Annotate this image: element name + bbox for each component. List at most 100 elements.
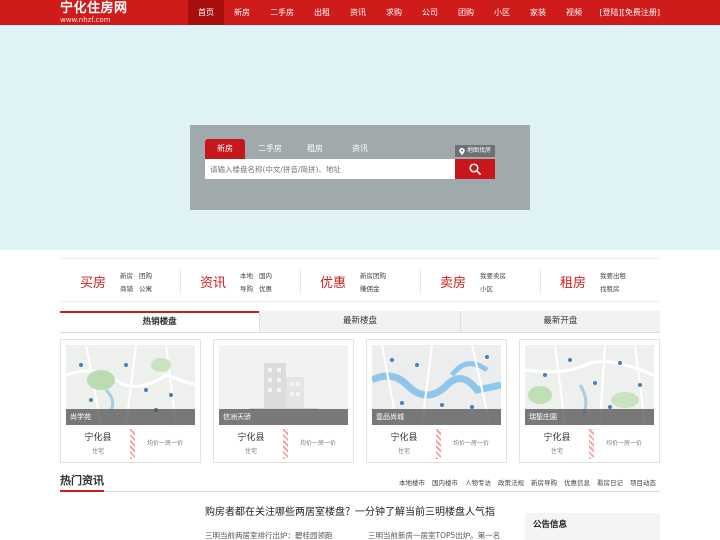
category-link[interactable]: 公寓	[139, 283, 152, 293]
nav-new-house[interactable]: 新房	[224, 0, 260, 25]
tab-new-opening[interactable]: 最新开盘	[459, 311, 660, 332]
hot-news-title: 热门资讯	[60, 472, 104, 492]
nav-group-buy[interactable]: 团购	[448, 0, 484, 25]
search-button[interactable]	[455, 159, 495, 179]
property-card[interactable]: 信洲天骄 宁化县 住宅 均价一房一价	[213, 339, 354, 463]
news-link[interactable]: 本地楼市	[399, 477, 425, 487]
search-tabs: 新房 二手房 租房 资讯	[205, 139, 385, 159]
news-link[interactable]: 人物专访	[465, 477, 491, 487]
nav-community[interactable]: 小区	[484, 0, 520, 25]
property-map-thumbnail[interactable]: 壹品尚城	[372, 345, 501, 425]
hero-banner: 新房 二手房 租房 资讯 地图找房	[0, 25, 720, 250]
nav-decoration[interactable]: 家装	[520, 0, 556, 25]
nav-company[interactable]: 公司	[412, 0, 448, 25]
property-price: 均价一房一价	[452, 440, 489, 447]
category-link[interactable]: 商铺	[120, 283, 133, 293]
property-card[interactable]: 尚学苑 宁化县 住宅 均价一房一价	[60, 339, 201, 463]
property-type: 住宅	[550, 448, 563, 455]
logo-title: 宁化住房网	[60, 1, 128, 16]
nav-video[interactable]: 视频	[556, 0, 592, 25]
category-title[interactable]: 租房	[560, 272, 600, 291]
property-price: 均价一房一价	[299, 440, 336, 447]
category-link[interactable]: 小区	[480, 283, 506, 293]
property-card[interactable]: 瑞聖庄園 宁化县 住宅 均价一房一价	[519, 339, 660, 463]
notice-panel: 公告信息	[525, 513, 660, 540]
search-tab-second-hand[interactable]: 二手房	[250, 139, 290, 159]
search-panel: 新房 二手房 租房 资讯 地图找房	[190, 125, 530, 210]
property-price: 均价一房一价	[605, 440, 642, 447]
property-photo-placeholder[interactable]: 信洲天骄	[219, 345, 348, 425]
category-bar: 买房 新房 团购 商铺 公寓 资讯 本地 国内 导购 优惠 优惠 新房团购 賺佣…	[60, 258, 660, 302]
category-link[interactable]: 本地	[240, 270, 253, 280]
search-input[interactable]	[205, 159, 455, 179]
property-county: 宁化县	[84, 433, 112, 443]
news-link[interactable]: 国内楼市	[432, 477, 458, 487]
category-title[interactable]: 优惠	[320, 272, 360, 291]
category-link[interactable]: 优惠	[259, 283, 272, 293]
news-link[interactable]: 新房导购	[531, 477, 557, 487]
property-type: 住宅	[91, 448, 104, 455]
tab-hot-sale[interactable]: 热销楼盘	[60, 311, 260, 332]
property-cards: 尚学苑 宁化县 住宅 均价一房一价 信洲天骄 宁化县 住宅 均价一房一价 壹品尚…	[60, 339, 660, 463]
news-link[interactable]: 项目动态	[630, 477, 656, 487]
category-news: 资讯 本地 国内 导购 优惠	[180, 259, 300, 303]
news-headline[interactable]: 购房者都在关注哪些两居室楼盘？一分钟了解当前三明楼盘人气指	[205, 503, 495, 518]
property-name: 尚学苑	[66, 409, 195, 425]
search-tab-news[interactable]: 资讯	[340, 139, 380, 159]
nav-rent[interactable]: 出租	[304, 0, 340, 25]
category-link[interactable]: 賺佣金	[360, 283, 386, 293]
property-name: 信洲天骄	[219, 409, 348, 425]
logo-url: www.nhzf.com	[60, 16, 111, 24]
category-link[interactable]: 新房团购	[360, 270, 386, 280]
login-link[interactable]: [登陆]	[600, 8, 622, 17]
category-link[interactable]: 我要卖房	[480, 270, 506, 280]
property-county: 宁化县	[237, 433, 265, 443]
nav-second-hand[interactable]: 二手房	[260, 0, 304, 25]
category-link[interactable]: 找租房	[600, 283, 626, 293]
notice-title: 公告信息	[533, 520, 568, 530]
news-subline-left[interactable]: 三明当前两居室排行出炉：碧桂园领跑	[205, 530, 333, 540]
auth-links: [登陆][免费注册]	[600, 0, 661, 25]
map-search-label: 地图找房	[466, 147, 491, 154]
main-nav: 首页 新房 二手房 出租 资讯 求购 公司 团购 小区 家装 视频	[188, 0, 592, 25]
tab-latest[interactable]: 最新楼盘	[259, 311, 459, 332]
news-link[interactable]: 优惠信息	[564, 477, 590, 487]
category-title[interactable]: 卖房	[440, 272, 480, 291]
nav-wanted[interactable]: 求购	[376, 0, 412, 25]
property-type: 住宅	[244, 448, 257, 455]
category-link[interactable]: 团购	[139, 270, 152, 280]
listing-tabs: 热销楼盘 最新楼盘 最新开盘	[60, 311, 660, 333]
search-tab-rent[interactable]: 租房	[295, 139, 335, 159]
category-buy: 买房 新房 团购 商铺 公寓	[60, 259, 180, 303]
nav-news[interactable]: 资讯	[340, 0, 376, 25]
news-subline-right[interactable]: 三明当前新房一居室TOP5出炉。第一名	[368, 530, 500, 540]
category-title[interactable]: 资讯	[200, 272, 240, 291]
map-pin-icon	[459, 147, 465, 155]
top-nav-bar: 宁化住房网 www.nhzf.com 首页 新房 二手房 出租 资讯 求购 公司…	[0, 0, 720, 25]
property-name: 瑞聖庄園	[525, 409, 654, 425]
nav-home[interactable]: 首页	[188, 0, 224, 25]
category-link[interactable]: 我要出租	[600, 270, 626, 280]
property-map-thumbnail[interactable]: 瑞聖庄園	[525, 345, 654, 425]
hot-news-header: 热门资讯 本地楼市 国内楼市 人物专访 政策法规 新房导购 优惠信息 看房日记 …	[60, 472, 660, 492]
property-county: 宁化县	[390, 433, 418, 443]
category-link[interactable]: 新房	[120, 270, 133, 280]
category-link[interactable]: 导购	[240, 283, 253, 293]
search-icon	[469, 163, 481, 175]
news-link[interactable]: 政策法规	[498, 477, 524, 487]
register-link[interactable]: [免费注册]	[622, 8, 660, 17]
property-map-thumbnail[interactable]: 尚学苑	[66, 345, 195, 425]
property-type: 住宅	[397, 448, 410, 455]
property-county: 宁化县	[543, 433, 571, 443]
search-tab-new[interactable]: 新房	[205, 139, 245, 159]
property-name: 壹品尚城	[372, 409, 501, 425]
news-category-links: 本地楼市 国内楼市 人物专访 政策法规 新房导购 优惠信息 看房日记 项目动态	[399, 477, 656, 487]
category-title[interactable]: 买房	[80, 272, 120, 291]
category-discount: 优惠 新房团购 賺佣金	[300, 259, 420, 303]
category-link[interactable]: 国内	[259, 270, 272, 280]
property-card[interactable]: 壹品尚城 宁化县 住宅 均价一房一价	[366, 339, 507, 463]
news-link[interactable]: 看房日记	[597, 477, 623, 487]
map-search-button[interactable]: 地图找房	[454, 145, 495, 157]
property-price: 均价一房一价	[146, 440, 183, 447]
site-logo[interactable]: 宁化住房网 www.nhzf.com	[60, 1, 128, 25]
